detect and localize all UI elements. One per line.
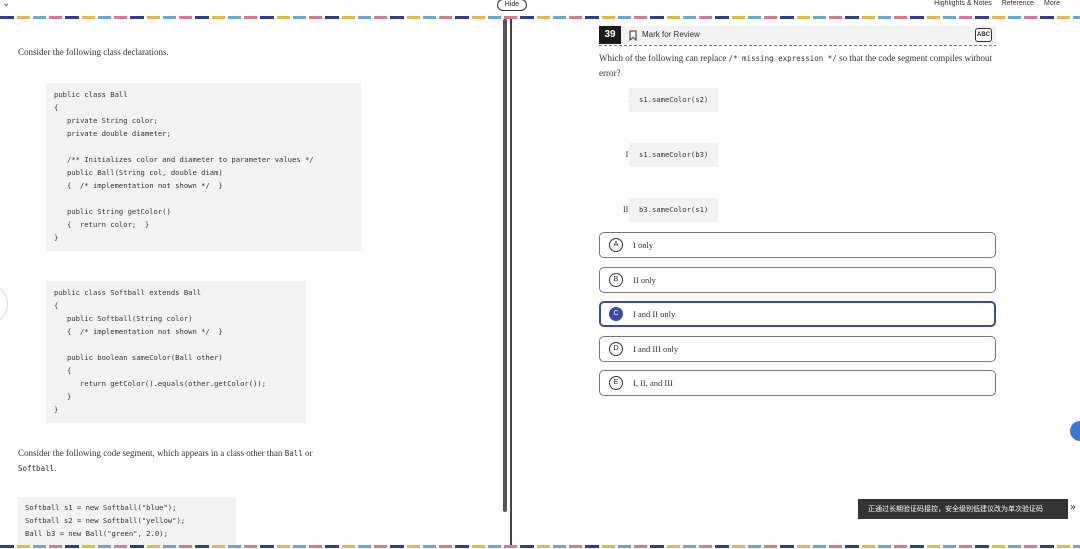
answer-choice-d[interactable]: D I and III only xyxy=(599,336,996,362)
missing-expression-code: /* missing expression */ xyxy=(728,54,837,63)
side-panel-toggle-icon[interactable]: ‹ xyxy=(1070,421,1080,441)
verification-toast: 正通过长期验证码接控，安全级别低建议改为单次验证码 xyxy=(858,499,1068,519)
highlights-notes-link[interactable]: Highlights & Notes xyxy=(934,0,992,7)
choice-letter: A xyxy=(609,238,623,252)
option-code: s1.sameColor(s2) xyxy=(629,88,719,112)
code-line: public class Ball xyxy=(54,90,128,99)
choice-letter: D xyxy=(609,342,623,356)
code-line: public boolean sameColor(Ball other) xyxy=(54,353,223,362)
code-line: { xyxy=(54,366,72,375)
code-line: } xyxy=(54,233,59,242)
choice-letter: E xyxy=(609,376,623,390)
code-line: { return color; } xyxy=(54,220,150,229)
code-line: { xyxy=(54,103,59,112)
code-line: public String getColor() xyxy=(54,207,171,216)
question-text-1: Which of the following can replace xyxy=(599,53,729,63)
segment-intro-text: Consider the following code segment, whi… xyxy=(18,448,285,458)
choice-text: I only xyxy=(633,240,654,250)
passage-intro: Consider the following class declaration… xyxy=(18,47,169,57)
code-line: Softball s1 = new Softball("blue"); xyxy=(25,503,177,512)
choice-letter: C xyxy=(609,307,623,321)
answer-choice-e[interactable]: E I, II, and III xyxy=(599,370,996,396)
code-line: return getColor().equals(other.getColor(… xyxy=(54,379,267,388)
header-rule xyxy=(599,45,996,46)
double-chevron-right-icon[interactable]: » xyxy=(1070,502,1076,513)
ball-class-code: public class Ball { private String color… xyxy=(46,83,361,251)
code-line: public Softball(String color) xyxy=(54,314,193,323)
chevron-down-icon[interactable]: ⌄ xyxy=(2,0,10,9)
mark-for-review-button[interactable]: Mark for Review xyxy=(642,29,700,41)
question-text: Which of the following can replace /* mi… xyxy=(599,51,999,81)
inline-code-softball: Softball xyxy=(18,464,55,473)
top-links: Highlights & Notes Reference More xyxy=(934,0,1060,7)
choice-letter: B xyxy=(609,273,623,287)
bottom-stripe xyxy=(0,545,1080,548)
choice-text: I, II, and III xyxy=(633,378,673,388)
segment-code: Softball s1 = new Softball("blue"); Soft… xyxy=(18,497,236,545)
inline-code-ball: Ball xyxy=(284,449,303,458)
bookmark-icon[interactable] xyxy=(629,30,637,41)
code-line: } xyxy=(54,405,59,414)
code-line: { /* implementation not shown */ } xyxy=(54,327,223,336)
choice-text: I and III only xyxy=(633,344,679,354)
option-code: s1.sameColor(b3) xyxy=(629,143,719,167)
code-line: { xyxy=(54,301,59,310)
question-header: 39 Mark for Review ABC xyxy=(599,26,996,44)
code-line: private String color; xyxy=(54,116,158,125)
passage-pane: Consider the following class declaration… xyxy=(0,19,502,545)
question-number: 39 xyxy=(599,26,621,44)
answer-choice-c[interactable]: C I and II only xyxy=(599,301,996,327)
top-bar: ⌄ Hide Highlights & Notes Reference More xyxy=(0,0,1080,16)
answer-choice-a[interactable]: A I only xyxy=(599,232,996,258)
code-line: Ball b3 = new Ball("green", 2.0); xyxy=(25,529,168,538)
pane-resize-handle[interactable] xyxy=(503,19,507,512)
pane-divider xyxy=(510,19,512,545)
question-pane: 39 Mark for Review ABC Which of the foll… xyxy=(513,19,1080,545)
choice-text: I and II only xyxy=(633,309,676,319)
segment-intro-or: or xyxy=(302,448,313,458)
segment-intro-end: . xyxy=(54,463,57,473)
more-link[interactable]: More xyxy=(1044,0,1060,7)
reference-link[interactable]: Reference xyxy=(1002,0,1034,7)
code-line: } xyxy=(54,392,72,401)
code-line: Softball s2 = new Softball("yellow"); xyxy=(25,516,186,525)
option-code: b3.sameColor(s1) xyxy=(629,198,719,222)
code-line: /** Initializes color and diameter to pa… xyxy=(54,155,314,164)
choice-text: II only xyxy=(633,275,656,285)
code-line: public Ball(String col, double diam) xyxy=(54,168,223,177)
code-line: private double diameter; xyxy=(54,129,171,138)
code-line: { /* implementation not shown */ } xyxy=(54,181,223,190)
segment-intro: Consider the following code segment, whi… xyxy=(18,446,388,476)
collapse-handle[interactable] xyxy=(0,284,8,324)
abc-eliminator-icon[interactable]: ABC xyxy=(975,28,992,42)
softball-class-code: public class Softball extends Ball { pub… xyxy=(46,281,306,423)
answer-choice-b[interactable]: B II only xyxy=(599,267,996,293)
code-line: public class Softball extends Ball xyxy=(54,288,202,297)
hide-button[interactable]: Hide xyxy=(497,0,527,11)
